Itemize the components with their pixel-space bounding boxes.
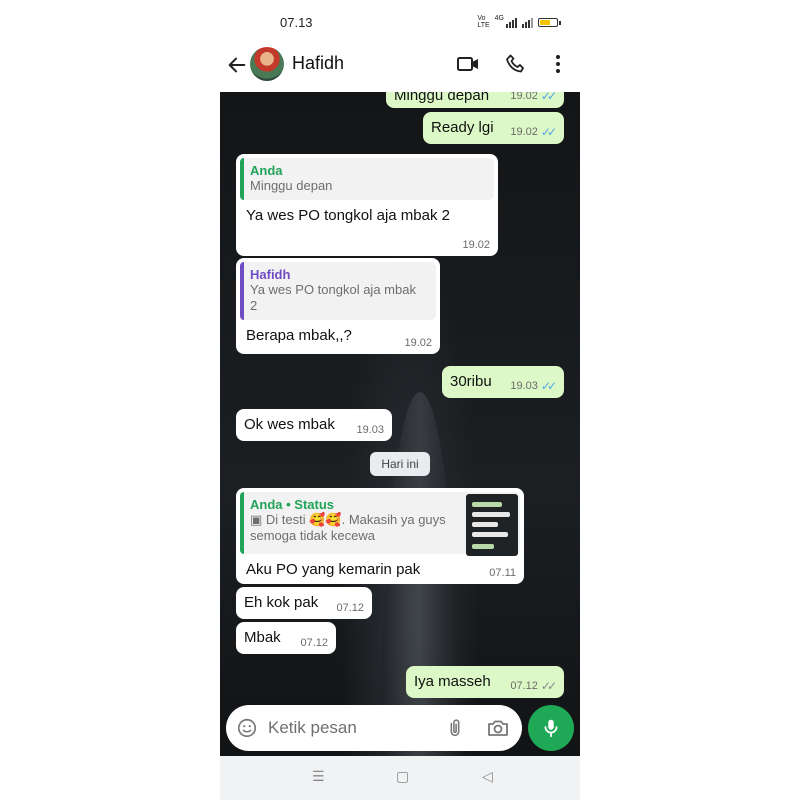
quote-text: ▣ Di testi 🥰🥰. Makasih ya guys semoga ti…	[250, 512, 460, 544]
read-ticks-icon: ✓✓	[540, 92, 557, 103]
contact-name[interactable]: Hafidh	[292, 53, 344, 74]
message-out[interactable]: Ready lgi 19.02 ✓✓	[423, 112, 564, 144]
message-in-status-reply[interactable]: Anda • Status ▣ Di testi 🥰🥰. Makasih ya …	[236, 488, 524, 584]
message-meta: 19.02 ✓✓	[510, 92, 557, 103]
back-nav-icon[interactable]: ◁	[482, 768, 493, 785]
message-time: 19.03	[356, 424, 384, 436]
signal-icon-2	[522, 17, 533, 28]
voice-record-button[interactable]	[528, 705, 574, 751]
quote-author: Hafidh	[250, 267, 291, 282]
voice-call-icon[interactable]	[504, 52, 528, 76]
message-time: 07.12	[510, 680, 538, 692]
message-input[interactable]: Ketik pesan	[268, 718, 357, 738]
message-time: 19.02	[510, 126, 538, 138]
message-time: 07.11	[489, 567, 516, 579]
message-time: 07.12	[300, 637, 328, 649]
message-time: 19.02	[462, 239, 490, 251]
volte-icon: Vo LTE	[477, 15, 490, 29]
message-in[interactable]: Eh kok pak 07.12	[236, 587, 372, 619]
quoted-message[interactable]: Hafidh Ya wes PO tongkol aja mbak 2	[240, 262, 436, 320]
message-in-reply[interactable]: Hafidh Ya wes PO tongkol aja mbak 2 Bera…	[236, 258, 440, 354]
contact-avatar[interactable]	[250, 47, 284, 81]
message-meta: 07.12 ✓✓	[510, 679, 557, 693]
quote-text: Ya wes PO tongkol aja mbak 2	[250, 282, 416, 313]
quote-author: Anda	[250, 163, 283, 178]
signal-icon	[506, 17, 517, 28]
camera-icon[interactable]	[486, 716, 510, 740]
status-time: 07.13	[280, 15, 313, 30]
message-text: Aku PO yang kemarin pak	[246, 561, 421, 578]
quoted-message[interactable]: Anda Minggu depan	[240, 158, 494, 200]
quoted-status[interactable]: Anda • Status ▣ Di testi 🥰🥰. Makasih ya …	[240, 492, 520, 556]
phone-screen: 07.13 Vo LTE 4G Hafidh Minggu depan 19.02…	[220, 0, 580, 800]
message-in[interactable]: Mbak 07.12	[236, 622, 336, 654]
video-call-icon[interactable]	[456, 52, 480, 76]
mic-icon	[544, 719, 558, 738]
back-arrow-icon[interactable]	[226, 54, 248, 76]
chat-header: Hafidh	[220, 44, 580, 92]
more-options-icon[interactable]	[548, 52, 568, 76]
emoji-icon[interactable]	[236, 717, 258, 739]
read-ticks-icon: ✓✓	[540, 379, 557, 393]
status-caption: Di testi 🥰🥰. Makasih ya guys semoga tida…	[250, 512, 446, 543]
message-in[interactable]: Ok wes mbak 19.03	[236, 409, 392, 441]
status-icons: Vo LTE 4G	[477, 14, 561, 29]
message-time: 19.02	[510, 92, 538, 102]
message-in-reply[interactable]: Anda Minggu depan Ya wes PO tongkol aja …	[236, 154, 498, 256]
message-meta: 19.02 ✓✓	[510, 125, 557, 139]
message-meta: 19.03 ✓✓	[510, 379, 557, 393]
status-thumbnail	[466, 494, 518, 556]
message-out[interactable]: Iya masseh 07.12 ✓✓	[406, 666, 564, 698]
image-icon: ▣	[250, 512, 266, 527]
menu-nav-icon[interactable]: ☰	[312, 768, 325, 785]
status-bar: 07.13 Vo LTE 4G	[220, 0, 580, 44]
message-time: 19.03	[510, 380, 538, 392]
chat-area[interactable]: Minggu depan 19.02 ✓✓ Ready lgi 19.02 ✓✓ A…	[220, 92, 580, 756]
read-ticks-icon: ✓✓	[540, 125, 557, 139]
delivered-ticks-icon: ✓✓	[540, 679, 557, 693]
attach-icon[interactable]	[444, 716, 466, 740]
message-composer[interactable]: Ketik pesan	[226, 705, 522, 751]
quote-text: Minggu depan	[250, 178, 333, 193]
message-out[interactable]: Minggu depan 19.02 ✓✓	[386, 92, 564, 108]
network-type: 4G	[494, 14, 504, 22]
home-nav-icon[interactable]: ▢	[396, 768, 409, 785]
quote-author: Anda • Status	[250, 497, 335, 512]
message-time: 07.12	[336, 602, 364, 614]
day-divider: Hari ini	[370, 452, 430, 476]
system-nav-bar: ☰ ▢ ◁	[220, 756, 580, 800]
message-time: 19.02	[404, 337, 432, 349]
message-out[interactable]: 30ribu 19.03 ✓✓	[442, 366, 564, 398]
battery-icon	[538, 17, 561, 27]
message-text: Ya wes PO tongkol aja mbak 2	[246, 207, 450, 224]
